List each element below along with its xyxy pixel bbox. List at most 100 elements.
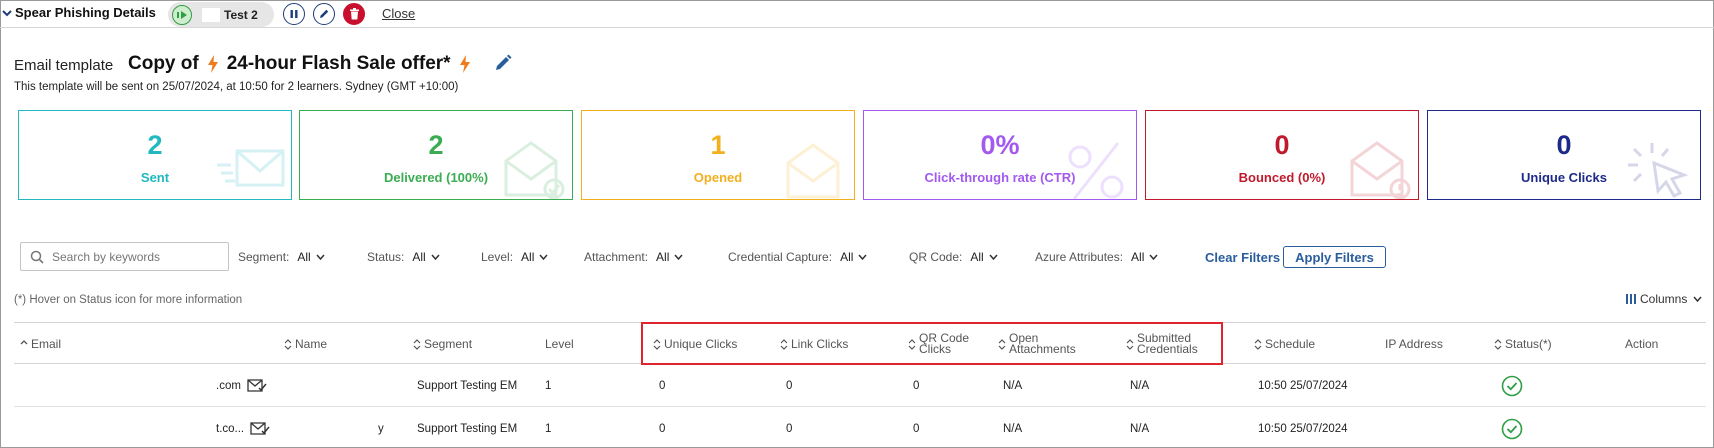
campaign-pill: Test 2 <box>168 2 274 27</box>
check-circle-icon[interactable] <box>1501 418 1523 440</box>
lightning-icon <box>459 55 470 73</box>
columns-button[interactable]: Columns <box>1626 292 1702 306</box>
section-toggle[interactable]: Spear Phishing Details <box>1 5 156 20</box>
column-header-schedule[interactable]: Schedule <box>1254 323 1315 365</box>
search-input[interactable] <box>52 249 222 264</box>
stat-card-unique-clicks: 0 Unique Clicks <box>1427 110 1701 200</box>
mail-check-icon <box>247 379 267 392</box>
play-icon[interactable] <box>172 4 192 25</box>
cell-submitted-credentials: N/A <box>1130 380 1150 392</box>
cell-qr-clicks: 0 <box>913 423 920 435</box>
template-title-prefix: Copy of <box>128 53 199 74</box>
filter-value: All <box>656 250 670 264</box>
stat-card-sent: 2 Sent <box>18 110 292 200</box>
filter-label: Attachment: <box>584 250 649 264</box>
pause-button[interactable] <box>283 3 305 25</box>
campaign-name: Test 2 <box>224 7 258 22</box>
filter-label: Azure Attributes: <box>1035 250 1124 264</box>
edit-button[interactable] <box>313 3 335 25</box>
template-title: Copy of 24-hour Flash Sale offer* <box>128 53 471 75</box>
cell-name: y <box>378 423 384 435</box>
template-label: Email template <box>14 57 114 74</box>
cell-level: 1 <box>545 423 552 435</box>
chevron-down-icon <box>858 254 867 260</box>
cursor-click-icon <box>1628 143 1689 198</box>
filter-label: Level: <box>481 250 514 264</box>
mail-icon <box>217 149 285 187</box>
pause-icon <box>290 10 298 18</box>
cell-status[interactable] <box>1501 365 1523 407</box>
lightning-icon <box>207 55 218 73</box>
column-header-ip-address: IP Address <box>1385 336 1443 351</box>
status-hint: (*) Hover on Status icon for more inform… <box>14 294 243 306</box>
template-schedule-note: This template will be sent on 25/07/2024… <box>14 81 459 93</box>
cell-submitted-credentials: N/A <box>1130 423 1150 435</box>
stat-card-delivered: 2 Delivered (100%) <box>299 110 573 200</box>
highlight-box <box>641 322 1223 365</box>
cell-unique-clicks: 0 <box>659 423 666 435</box>
trash-icon <box>349 8 359 20</box>
cell-schedule: 10:50 25/07/2024 <box>1258 380 1348 392</box>
check-circle-icon[interactable] <box>1501 375 1523 397</box>
chevron-down-icon <box>431 254 440 260</box>
chevron-down-icon <box>539 254 548 260</box>
pencil-icon <box>320 9 329 18</box>
section-title: Spear Phishing Details <box>15 5 156 20</box>
table-row: .com Support Testing EM 1 0 0 0 N/A N/A … <box>14 365 1706 407</box>
table-row: t.co... y Support Testing EM 1 0 0 0 N/A… <box>14 408 1706 448</box>
filter-value: All <box>1131 250 1145 264</box>
cell-status[interactable] <box>1501 408 1523 448</box>
delete-button[interactable] <box>343 3 365 25</box>
percent-icon <box>1068 142 1124 199</box>
column-header-action: Action <box>1625 336 1659 351</box>
cell-open-attachments: N/A <box>1003 380 1023 392</box>
chevron-down-icon <box>316 254 325 260</box>
sort-icon <box>1494 338 1502 350</box>
clear-filters-link[interactable]: Clear Filters <box>1205 250 1280 265</box>
filter-qr-code[interactable]: QR Code: All <box>909 250 998 264</box>
redacted-block <box>202 7 220 22</box>
cell-segment: Support Testing EM <box>417 380 518 392</box>
stat-card-opened: 1 Opened <box>581 110 855 200</box>
cell-qr-clicks: 0 <box>913 380 920 392</box>
cell-email: t.co... <box>216 408 270 448</box>
apply-filters-button[interactable]: Apply Filters <box>1283 246 1386 268</box>
mail-alert-icon <box>1350 141 1411 199</box>
filter-azure-attributes[interactable]: Azure Attributes: All <box>1035 250 1158 264</box>
search-field[interactable] <box>20 242 229 271</box>
filter-value: All <box>297 250 311 264</box>
cell-segment: Support Testing EM <box>417 423 518 435</box>
filter-level[interactable]: Level: All <box>481 250 548 264</box>
chevron-down-icon <box>2 9 12 16</box>
mail-check-icon <box>504 141 565 199</box>
column-header-status[interactable]: Status(*) <box>1494 323 1552 365</box>
stat-card-bounced: 0 Bounced (0%) <box>1145 110 1419 200</box>
chevron-down-icon <box>989 254 998 260</box>
mail-open-icon <box>786 143 840 199</box>
chevron-down-icon <box>1149 254 1158 260</box>
filter-segment[interactable]: Segment: All <box>238 250 325 264</box>
cell-link-clicks: 0 <box>786 380 793 392</box>
filter-attachment[interactable]: Attachment: All <box>584 250 683 264</box>
filter-label: QR Code: <box>909 250 963 264</box>
cell-unique-clicks: 0 <box>659 380 666 392</box>
filter-label: Status: <box>367 250 405 264</box>
chevron-down-icon <box>1693 296 1702 302</box>
filter-value: All <box>970 250 984 264</box>
cell-level: 1 <box>545 380 552 392</box>
template-title-text: 24-hour Flash Sale offer* <box>226 53 451 74</box>
pencil-icon[interactable] <box>494 54 512 72</box>
search-icon <box>30 250 44 264</box>
column-header-name[interactable]: Name <box>284 323 327 365</box>
cell-schedule: 10:50 25/07/2024 <box>1258 423 1348 435</box>
filter-label: Credential Capture: <box>728 250 833 264</box>
cell-link-clicks: 0 <box>786 423 793 435</box>
column-header-email[interactable]: Email <box>20 323 61 365</box>
cell-open-attachments: N/A <box>1003 423 1023 435</box>
stat-card-ctr: 0% Click-through rate (CTR) <box>863 110 1137 200</box>
close-link[interactable]: Close <box>382 6 415 21</box>
mail-check-icon <box>250 422 270 435</box>
column-header-segment[interactable]: Segment <box>413 323 472 365</box>
filter-credential-capture[interactable]: Credential Capture: All <box>728 250 867 264</box>
filter-status[interactable]: Status: All <box>367 250 440 264</box>
